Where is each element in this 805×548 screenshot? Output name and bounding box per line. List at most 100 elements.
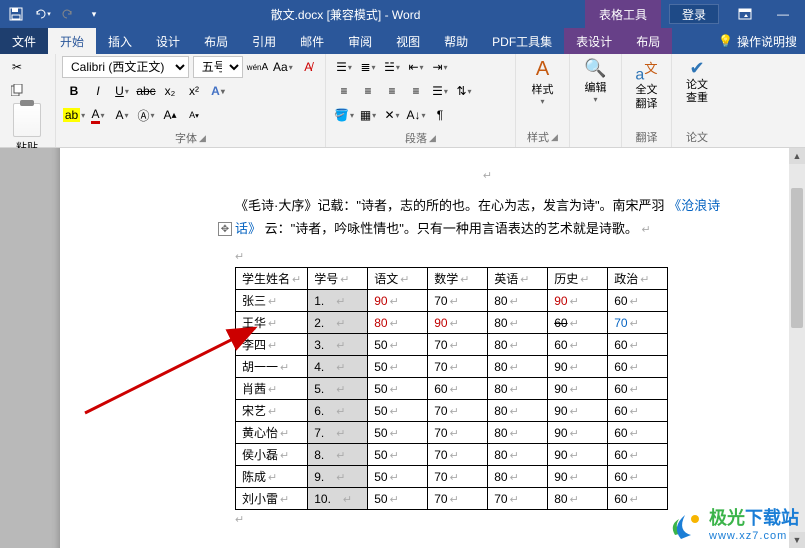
table-row[interactable]: 李四↵3. ↵50↵70↵80↵60↵60↵ (236, 334, 668, 356)
number-cell[interactable]: 4. ↵ (308, 356, 368, 378)
data-cell[interactable]: 90↵ (548, 422, 608, 444)
data-cell[interactable]: 80↵ (488, 312, 548, 334)
tab-design[interactable]: 设计 (144, 28, 192, 54)
number-cell[interactable]: 7. ↵ (308, 422, 368, 444)
data-cell[interactable]: 70↵ (428, 400, 488, 422)
tab-layout[interactable]: 布局 (192, 28, 240, 54)
tab-mailings[interactable]: 邮件 (288, 28, 336, 54)
table-header[interactable]: 英语↵ (488, 268, 548, 290)
data-cell[interactable]: 60↵ (548, 312, 608, 334)
table-row[interactable]: 宋艺↵6. ↵50↵70↵80↵90↵60↵ (236, 400, 668, 422)
number-cell[interactable]: 3. ↵ (308, 334, 368, 356)
data-cell[interactable]: 70↵ (428, 466, 488, 488)
data-cell[interactable]: 70↵ (428, 422, 488, 444)
vertical-scrollbar[interactable]: ▲ ▼ (789, 148, 805, 548)
tab-home[interactable]: 开始 (48, 28, 96, 54)
plagiarism-button[interactable]: ✔ 论文 查重 (678, 56, 716, 107)
scrollbar-thumb[interactable] (791, 188, 803, 328)
paragraph-launcher[interactable]: ◢ (429, 133, 436, 144)
data-cell[interactable]: 70↵ (428, 290, 488, 312)
table-move-handle[interactable]: ✥ (218, 222, 232, 236)
multilevel-button[interactable]: ☱ (380, 56, 404, 78)
tab-table-design[interactable]: 表设计 (564, 28, 624, 54)
name-cell[interactable]: 胡一一↵ (236, 356, 308, 378)
minimize-button[interactable]: — (765, 0, 801, 28)
table-header[interactable]: 学生姓名↵ (236, 268, 308, 290)
data-cell[interactable]: 90↵ (548, 400, 608, 422)
data-cell[interactable]: 60↵ (608, 488, 668, 510)
number-cell[interactable]: 5. ↵ (308, 378, 368, 400)
data-cell[interactable]: 50↵ (368, 378, 428, 400)
char-shading-button[interactable]: A (110, 104, 134, 126)
number-cell[interactable]: 9. ↵ (308, 466, 368, 488)
name-cell[interactable]: 王华↵ (236, 312, 308, 334)
data-cell[interactable]: 90↵ (548, 466, 608, 488)
tab-insert[interactable]: 插入 (96, 28, 144, 54)
data-cell[interactable]: 50↵ (368, 444, 428, 466)
table-header[interactable]: 政治↵ (608, 268, 668, 290)
table-row[interactable]: 陈成↵9. ↵50↵70↵80↵90↵60↵ (236, 466, 668, 488)
name-cell[interactable]: 陈成↵ (236, 466, 308, 488)
data-cell[interactable]: 80↵ (488, 378, 548, 400)
tab-file[interactable]: 文件 (0, 28, 48, 54)
data-cell[interactable]: 90↵ (548, 378, 608, 400)
save-button[interactable] (4, 2, 28, 26)
data-cell[interactable]: 50↵ (368, 488, 428, 510)
data-cell[interactable]: 90↵ (548, 290, 608, 312)
borders-button[interactable]: ▦ (356, 104, 380, 126)
table-row[interactable]: 王华↵2. ↵80↵90↵80↵60↵70↵ (236, 312, 668, 334)
align-left-button[interactable]: ≡ (332, 80, 356, 102)
data-table[interactable]: 学生姓名↵学号↵语文↵数学↵英语↵历史↵政治↵张三↵1. ↵90↵70↵80↵9… (235, 267, 668, 510)
scroll-up-button[interactable]: ▲ (789, 148, 805, 164)
data-cell[interactable]: 60↵ (608, 422, 668, 444)
name-cell[interactable]: 刘小雷↵ (236, 488, 308, 510)
data-cell[interactable]: 70↵ (428, 444, 488, 466)
number-cell[interactable]: 2. ↵ (308, 312, 368, 334)
tab-view[interactable]: 视图 (384, 28, 432, 54)
increase-indent-button[interactable]: ⇥ (428, 56, 452, 78)
data-cell[interactable]: 90↵ (368, 290, 428, 312)
font-color-button[interactable]: A (86, 104, 110, 126)
data-cell[interactable]: 70↵ (428, 488, 488, 510)
data-cell[interactable]: 60↵ (428, 378, 488, 400)
data-cell[interactable]: 70↵ (428, 356, 488, 378)
data-cell[interactable]: 80↵ (548, 488, 608, 510)
copy-button[interactable] (6, 79, 28, 101)
data-cell[interactable]: 80↵ (368, 312, 428, 334)
data-cell[interactable]: 60↵ (608, 290, 668, 312)
data-cell[interactable]: 60↵ (608, 378, 668, 400)
table-row[interactable]: 黄心怡↵7. ↵50↵70↵80↵90↵60↵ (236, 422, 668, 444)
decrease-indent-button[interactable]: ⇤ (404, 56, 428, 78)
align-right-button[interactable]: ≡ (380, 80, 404, 102)
cut-button[interactable]: ✂ (6, 56, 28, 78)
numbering-button[interactable]: ≣ (356, 56, 380, 78)
styles-launcher[interactable]: ◢ (551, 132, 558, 143)
name-cell[interactable]: 肖茜↵ (236, 378, 308, 400)
table-row[interactable]: 肖茜↵5. ↵50↵60↵80↵90↵60↵ (236, 378, 668, 400)
data-cell[interactable]: 50↵ (368, 400, 428, 422)
tab-help[interactable]: 帮助 (432, 28, 480, 54)
text-effects-button[interactable]: A (206, 80, 230, 102)
editing-button[interactable]: 🔍 编辑 ▾ (576, 56, 615, 106)
table-row[interactable]: 胡一一↵4. ↵50↵70↵80↵90↵60↵ (236, 356, 668, 378)
data-cell[interactable]: 80↵ (488, 334, 548, 356)
change-case-button[interactable]: Aa (272, 56, 293, 78)
tab-references[interactable]: 引用 (240, 28, 288, 54)
superscript-button[interactable]: x² (182, 80, 206, 102)
styles-button[interactable]: A 样式 ▾ (522, 56, 563, 108)
data-cell[interactable]: 90↵ (548, 356, 608, 378)
table-row[interactable]: 张三↵1. ↵90↵70↵80↵90↵60↵ (236, 290, 668, 312)
data-cell[interactable]: 80↵ (488, 400, 548, 422)
name-cell[interactable]: 张三↵ (236, 290, 308, 312)
tab-table-layout[interactable]: 布局 (624, 28, 672, 54)
data-cell[interactable]: 80↵ (488, 356, 548, 378)
table-row[interactable]: 刘小雷↵10. ↵50↵70↵70↵80↵60↵ (236, 488, 668, 510)
bullets-button[interactable]: ☰ (332, 56, 356, 78)
redo-button[interactable] (56, 2, 80, 26)
show-marks-button[interactable]: ¶ (428, 104, 452, 126)
bold-button[interactable]: B (62, 80, 86, 102)
data-cell[interactable]: 60↵ (608, 356, 668, 378)
asian-layout-button[interactable]: ✕ (380, 104, 404, 126)
table-header[interactable]: 语文↵ (368, 268, 428, 290)
page[interactable]: ↵ 《毛诗·大序》记载："诗者，志的所的也。在心为志，发言为诗"。南宋严羽 《沧… (60, 148, 800, 548)
